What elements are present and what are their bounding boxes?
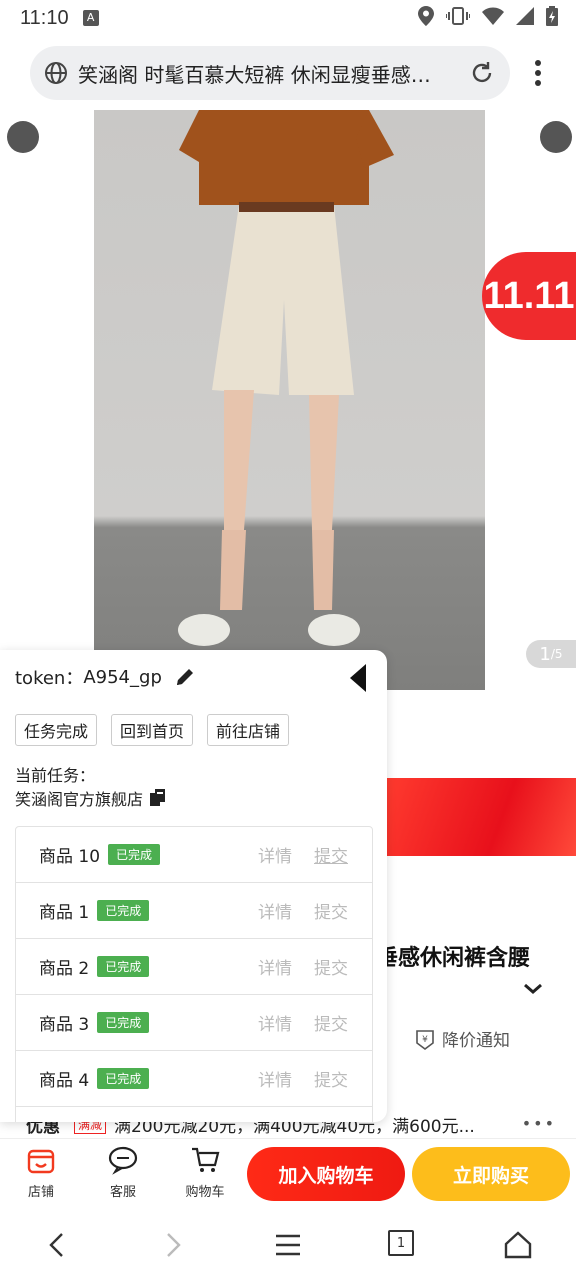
svg-text:¥: ¥ (422, 1035, 428, 1045)
status-bar: 11:10 A (0, 0, 576, 36)
item-name: 商品 4 (39, 1071, 90, 1091)
status-time: 11:10 (20, 6, 69, 29)
go-to-store-button[interactable]: 前往店铺 (207, 714, 290, 746)
product-title: 垂感休闲裤含腰 (376, 946, 531, 971)
detail-link[interactable]: 详情 (258, 898, 292, 923)
cart-button[interactable]: 购物车 (175, 1145, 235, 1200)
detail-link[interactable]: 详情 (258, 1066, 292, 1091)
buy-now-button[interactable]: 立即购买 (412, 1147, 570, 1201)
panel-buttons: 任务完成 回到首页 前往店铺 (15, 714, 290, 746)
status-badge: 已完成 (97, 900, 150, 921)
more-vert-icon[interactable] (528, 58, 548, 88)
more-icon[interactable] (540, 121, 572, 153)
collapse-left-icon[interactable] (350, 664, 368, 692)
reload-icon[interactable] (468, 59, 496, 87)
add-to-cart-button[interactable]: 加入购物车 (247, 1147, 405, 1201)
wifi-icon (482, 7, 504, 25)
copy-icon[interactable] (149, 789, 167, 807)
promo-banner[interactable] (385, 778, 576, 856)
back-home-button[interactable]: 回到首页 (111, 714, 194, 746)
edit-icon[interactable] (174, 666, 196, 688)
system-nav-bar: 1 (0, 1210, 576, 1280)
submit-link[interactable]: 提交 (314, 1010, 348, 1035)
item-name: 商品 1 (39, 903, 90, 923)
forward-arrow-icon[interactable] (158, 1230, 188, 1260)
list-item: 商品 4 已完成 详情 提交 (16, 1051, 372, 1107)
token-row: token： A954_gp (15, 664, 196, 690)
current-task-name: 笑涵阁官方旗舰店 (15, 786, 167, 810)
product-image[interactable] (94, 110, 485, 690)
image-page-indicator: 1/5 (526, 640, 576, 668)
location-icon (418, 6, 434, 26)
cart-icon (192, 1147, 220, 1172)
status-badge: 已完成 (97, 1012, 150, 1033)
item-name: 商品 10 (39, 847, 101, 867)
submit-link[interactable]: 提交 (314, 842, 348, 867)
submit-link[interactable]: 提交 (314, 898, 348, 923)
list-item: 商品 3 已完成 详情 提交 (16, 995, 372, 1051)
token-label: token： (15, 668, 84, 689)
list-item: 商品 10 已完成 详情 提交 (16, 827, 372, 883)
back-icon[interactable] (7, 121, 39, 153)
notification-a-icon: A (82, 10, 99, 26)
more-dots-icon[interactable]: ••• (522, 1114, 556, 1133)
price-alert-button[interactable]: ¥ 降价通知 (414, 1026, 510, 1051)
customer-service-button[interactable]: 客服 (93, 1145, 153, 1200)
globe-icon (45, 62, 67, 84)
menu-icon[interactable] (273, 1230, 303, 1260)
battery-icon (546, 6, 558, 26)
tabs-button[interactable]: 1 (388, 1230, 414, 1256)
token-value: A954_gp (83, 666, 162, 688)
item-name: 商品 3 (39, 1015, 90, 1035)
price-area (385, 690, 576, 780)
page-title[interactable]: 笑涵阁 时髦百慕大短裤 休闲显瘦垂感… (78, 59, 460, 88)
promo-badge-1111[interactable]: 11.11 (482, 252, 576, 340)
chat-icon (108, 1146, 138, 1175)
back-arrow-icon[interactable] (42, 1230, 72, 1260)
chevron-down-icon[interactable] (522, 980, 544, 996)
home-icon[interactable] (503, 1230, 533, 1260)
product-photo-illustration (178, 110, 394, 646)
status-badge: 已完成 (108, 844, 161, 865)
task-complete-button[interactable]: 任务完成 (15, 714, 98, 746)
status-badge: 已完成 (97, 956, 150, 977)
bottom-action-bar: 店铺 客服 购物车 加入购物车 立即购买 (0, 1138, 576, 1208)
task-panel: token： A954_gp 任务完成 回到首页 前往店铺 当前任务： 笑涵阁官… (0, 650, 387, 1122)
submit-link[interactable]: 提交 (314, 1066, 348, 1091)
url-bar[interactable]: 笑涵阁 时髦百慕大短裤 休闲显瘦垂感… (30, 46, 510, 100)
current-task-label: 当前任务： (15, 766, 96, 785)
list-item: 商品 2 已完成 详情 提交 (16, 939, 372, 995)
detail-link[interactable]: 详情 (258, 954, 292, 979)
list-item: 商品 1 已完成 详情 提交 (16, 883, 372, 939)
task-item-list: 商品 10 已完成 详情 提交 商品 1 已完成 详情 提交 商品 2 已完成 … (15, 826, 373, 1122)
status-badge: 已完成 (97, 1068, 150, 1089)
shop-icon (27, 1149, 55, 1174)
price-tag-icon: ¥ (416, 1029, 434, 1050)
shop-button[interactable]: 店铺 (11, 1145, 71, 1200)
detail-link[interactable]: 详情 (258, 842, 292, 867)
item-name: 商品 2 (39, 959, 90, 979)
detail-link[interactable]: 详情 (258, 1010, 292, 1035)
submit-link[interactable]: 提交 (314, 954, 348, 979)
signal-icon (516, 7, 534, 25)
vibrate-icon (446, 7, 470, 25)
